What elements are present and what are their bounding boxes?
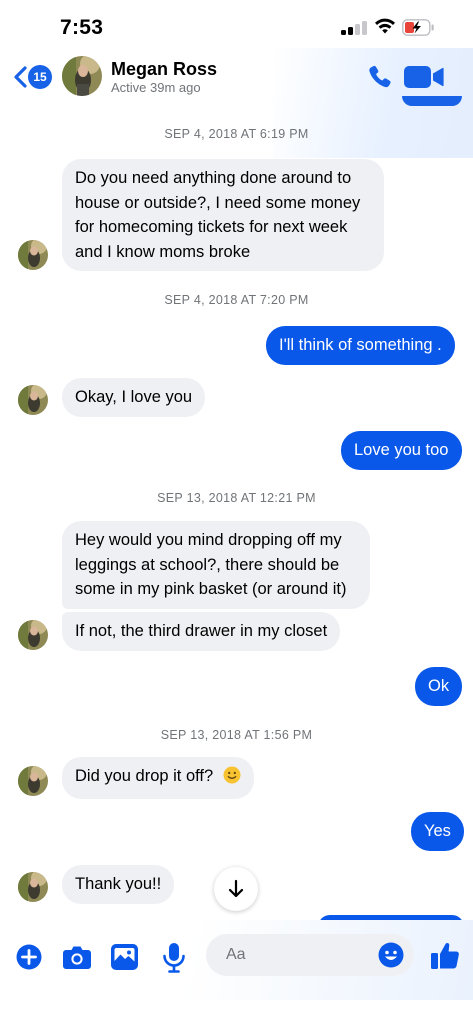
camera-icon[interactable]: [63, 945, 91, 969]
sender-avatar[interactable]: [18, 240, 48, 270]
emoji-icon[interactable]: [378, 942, 404, 968]
sender-avatar[interactable]: [18, 766, 48, 796]
arrow-down-icon: [228, 879, 244, 898]
incoming-message[interactable]: Hey would you mind dropping off my leggi…: [62, 521, 370, 609]
contact-name[interactable]: Megan Ross: [111, 59, 217, 80]
incoming-message[interactable]: Do you need anything done around to hous…: [62, 159, 384, 271]
message-composer: Aa: [0, 920, 473, 1023]
contact-avatar[interactable]: [62, 56, 102, 96]
sender-avatar[interactable]: [18, 385, 48, 415]
incoming-message[interactable]: Thank you!!: [62, 865, 175, 904]
partial-message-bubble: [402, 96, 462, 106]
message-list[interactable]: SEP 4, 2018 AT 6:19 PM Do you need anyth…: [0, 106, 473, 920]
sender-avatar[interactable]: [18, 620, 48, 650]
unread-count-badge: 15: [28, 65, 52, 89]
message-timestamp: SEP 13, 2018 AT 1:56 PM: [160, 728, 313, 742]
outgoing-message[interactable]: Love you too: [341, 431, 462, 470]
sender-avatar[interactable]: [18, 872, 48, 902]
incoming-message[interactable]: If not, the third drawer in my closet: [62, 612, 341, 651]
outgoing-message[interactable]: Ok: [415, 667, 463, 706]
phone-icon[interactable]: [366, 63, 394, 91]
outgoing-message[interactable]: Yes: [411, 812, 464, 851]
scroll-to-bottom-button[interactable]: [214, 867, 258, 911]
status-time: 7:53: [60, 16, 104, 39]
microphone-icon[interactable]: [162, 943, 186, 973]
video-icon[interactable]: [404, 65, 444, 89]
back-button[interactable]: 15: [12, 64, 52, 90]
message-timestamp: SEP 13, 2018 AT 12:21 PM: [157, 491, 316, 505]
message-timestamp: SEP 4, 2018 AT 7:20 PM: [164, 293, 309, 307]
message-timestamp: SEP 4, 2018 AT 6:19 PM: [164, 127, 309, 141]
battery-charging-icon: [402, 19, 434, 36]
chevron-left-icon: [14, 66, 27, 88]
incoming-message[interactable]: Did you drop it off?: [62, 757, 254, 799]
slightly-smiling-emoji-icon: [223, 766, 241, 792]
wifi-icon: [375, 18, 395, 34]
incoming-message[interactable]: Okay, I love you: [62, 378, 206, 417]
cellular-signal-icon: [341, 21, 367, 35]
contact-active-status: Active 39m ago: [111, 80, 201, 95]
outgoing-message[interactable]: I'll think of something .: [266, 326, 455, 365]
status-bar: 7:53: [0, 0, 473, 50]
plus-icon[interactable]: [16, 944, 42, 970]
message-input[interactable]: Aa: [206, 934, 414, 976]
thumbs-up-icon[interactable]: [430, 940, 460, 970]
message-input-placeholder: Aa: [226, 946, 246, 963]
photo-icon[interactable]: [111, 944, 138, 970]
